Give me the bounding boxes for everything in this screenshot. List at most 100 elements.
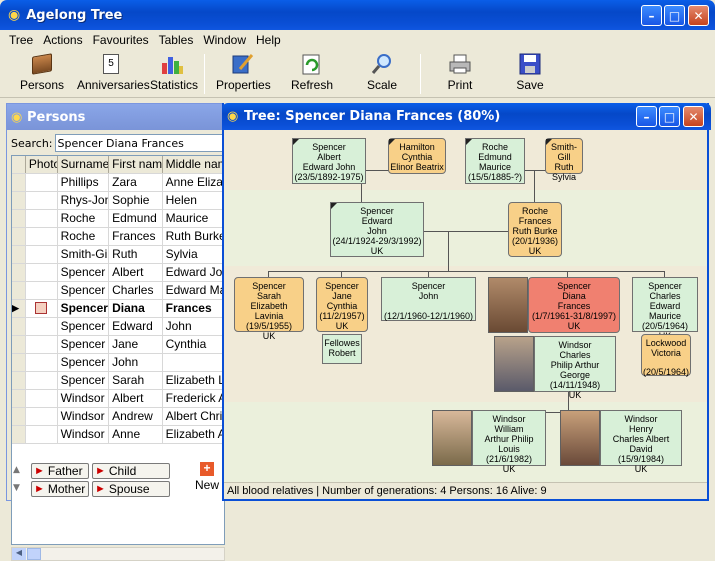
mother-button[interactable]: ► Mother [31,481,89,497]
scroll-left-icon[interactable]: ◀ [12,548,26,560]
table-row[interactable]: SpencerSarahElizabeth La [12,372,224,390]
person-country: UK [528,246,542,256]
tree-maximize-icon[interactable]: □ [659,106,680,127]
table-row[interactable]: Phillips Zara Anne Elizab [12,174,224,192]
toolbar-separator [204,54,205,94]
arrow-icon: ► [95,465,106,477]
row-indicator [12,192,26,209]
middle-name-cell [163,354,224,371]
table-row[interactable]: Roche Frances Ruth Burke [12,228,224,246]
surname-cell: Spencer [58,264,110,281]
tree-canvas[interactable]: Spencer Albert Edward John (23/5/1892-19… [224,130,707,482]
person-box-frances-roche[interactable]: Roche Frances Ruth Burke (20/1/1936) UK [508,202,562,257]
nav-up-icon[interactable]: ▲ [13,465,27,479]
person-country: UK [502,464,516,474]
refresh-button[interactable]: Refresh [290,52,334,92]
table-row[interactable]: Spencer Jane Cynthia [12,336,224,354]
column-header-surname[interactable]: Surname [57,156,110,173]
person-middlename: Charles Albert David [612,434,670,454]
person-box-cynthia-hamilton[interactable]: Hamilton Cynthia Elinor Beatrix [388,138,446,174]
person-box-albert-spencer[interactable]: Spencer Albert Edward John (23/5/1892-19… [292,138,366,184]
spouse-button[interactable]: ► Spouse [92,481,170,497]
surname-cell: Phillips [58,174,110,191]
print-button[interactable]: Print [442,52,478,92]
table-row[interactable]: ▶ Spencer Diana Frances [12,300,224,318]
table-row[interactable]: Spencer Charles Edward Ma [12,282,224,300]
first-name-cell: Edward [109,318,163,335]
menu-favourites[interactable]: Favourites [88,33,154,47]
table-body: PhillipsZaraAnne ElizabRhys-JonesSophieH… [12,174,224,444]
person-box-ruth-smith-gill[interactable]: Smith-Gill Ruth Sylvia [545,138,583,182]
column-header-first-name[interactable]: First name [109,156,163,173]
persons-titlebar[interactable]: ◉ Persons [7,104,223,130]
person-box-edmund-roche[interactable]: Roche Edmund Maurice (15/5/1885-?) [465,138,525,184]
new-button[interactable]: + New [193,462,221,493]
table-row[interactable]: Smith-Gill Ruth Sylvia [12,246,224,264]
persons-button[interactable]: Persons [18,52,66,92]
first-name-cell: Sophie [109,192,163,209]
column-header-middle-name[interactable]: Middle name [162,156,224,173]
horizontal-scrollbar[interactable]: ◀ [11,547,225,561]
person-box-john-spencer[interactable]: Spencer John (12/1/1960-12/1/1960) [381,277,476,321]
menu-tables[interactable]: Tables [154,33,199,47]
tree-titlebar[interactable]: ◉ Tree: Spencer Diana Frances (80%) – □ … [222,103,711,130]
person-middlename: Elizabeth Lavinia [250,301,288,321]
photo-cell [26,318,58,335]
anniversaries-button[interactable]: 5 Anniversaries [77,52,150,92]
person-dates: (20/5/1964) [641,321,689,331]
row-indicator [12,408,26,425]
app-titlebar[interactable]: ◉ Agelong Tree – □ ✕ [0,0,715,30]
person-box-sarah-spencer[interactable]: Spencer Sarah Elizabeth Lavinia (19/5/19… [234,277,304,341]
search-input[interactable] [54,134,223,152]
connector-line [534,170,535,202]
table-row[interactable]: Windsor Anne Elizabeth Al [12,426,224,444]
close-icon[interactable]: ✕ [688,5,709,26]
menu-actions[interactable]: Actions [38,33,87,47]
table-row[interactable]: Windsor Albert Frederick A [12,390,224,408]
app-icon: ◉ [8,7,21,23]
table-row[interactable]: Spencer John [12,354,224,372]
person-box-henry-windsor[interactable]: Windsor Henry Charles Albert David (15/9… [600,410,682,474]
properties-button[interactable]: Properties [216,52,271,92]
scroll-thumb[interactable] [27,548,41,560]
person-box-charles-spencer[interactable]: Spencer Charles Edward Maurice (20/5/196… [632,277,698,341]
column-header-photo[interactable]: Photo [25,156,58,173]
nav-down-icon[interactable]: ▼ [13,483,27,497]
menu-window[interactable]: Window [198,33,251,47]
father-button[interactable]: ► Father [31,463,89,479]
person-box-victoria-lockwood[interactable]: Lockwood Victoria (20/5/1964) [641,334,691,377]
tree-close-icon[interactable]: ✕ [683,106,704,127]
scale-button[interactable]: Scale [362,52,402,92]
minimize-icon[interactable]: – [641,5,662,26]
surname-cell: Spencer [58,354,110,371]
person-country: UK [634,464,648,474]
table-row[interactable]: Roche Edmund Maurice [12,210,224,228]
table-row[interactable]: SpencerAlbertEdward John [12,264,224,282]
menu-help[interactable]: Help [251,33,286,47]
person-box-edward-spencer[interactable]: Spencer Edward John (24/1/1924-29/3/1992… [330,202,424,257]
row-indicator: ▶ [12,300,26,317]
person-box-jane-spencer[interactable]: Spencer Jane Cynthia (11/2/1957) UK [316,277,368,332]
maximize-icon[interactable]: □ [664,5,685,26]
table-row[interactable]: Rhys-JonesSophieHelen [12,192,224,210]
first-name-cell: Edmund [109,210,163,227]
first-name-cell: Frances [109,228,163,245]
photo-cell [26,300,58,317]
menu-tree[interactable]: Tree [4,33,38,47]
tree-minimize-icon[interactable]: – [636,106,657,127]
person-box-william-windsor[interactable]: Windsor William Arthur Philip Louis (21/… [472,410,546,474]
connector-line [424,231,508,232]
persons-title: Persons [27,109,86,125]
save-button[interactable]: Save [512,52,548,92]
statistics-button[interactable]: Statistics [150,52,198,92]
person-box-charles-windsor[interactable]: Windsor Charles Philip Arthur George (14… [534,336,616,400]
app-title: Agelong Tree [26,7,123,23]
person-country: UK [567,321,581,331]
table-row[interactable]: WindsorAndrewAlbert Christ [12,408,224,426]
person-box-diana-spencer[interactable]: Spencer Diana Frances (1/7/1961-31/8/199… [528,277,620,333]
child-button[interactable]: ► Child [92,463,170,479]
person-middlename: Frances [557,301,591,311]
table-row[interactable]: Spencer Edward John [12,318,224,336]
person-dates: (1/7/1961-31/8/1997) [531,311,617,321]
person-box-robert-fellowes[interactable]: Fellowes Robert [322,334,362,364]
